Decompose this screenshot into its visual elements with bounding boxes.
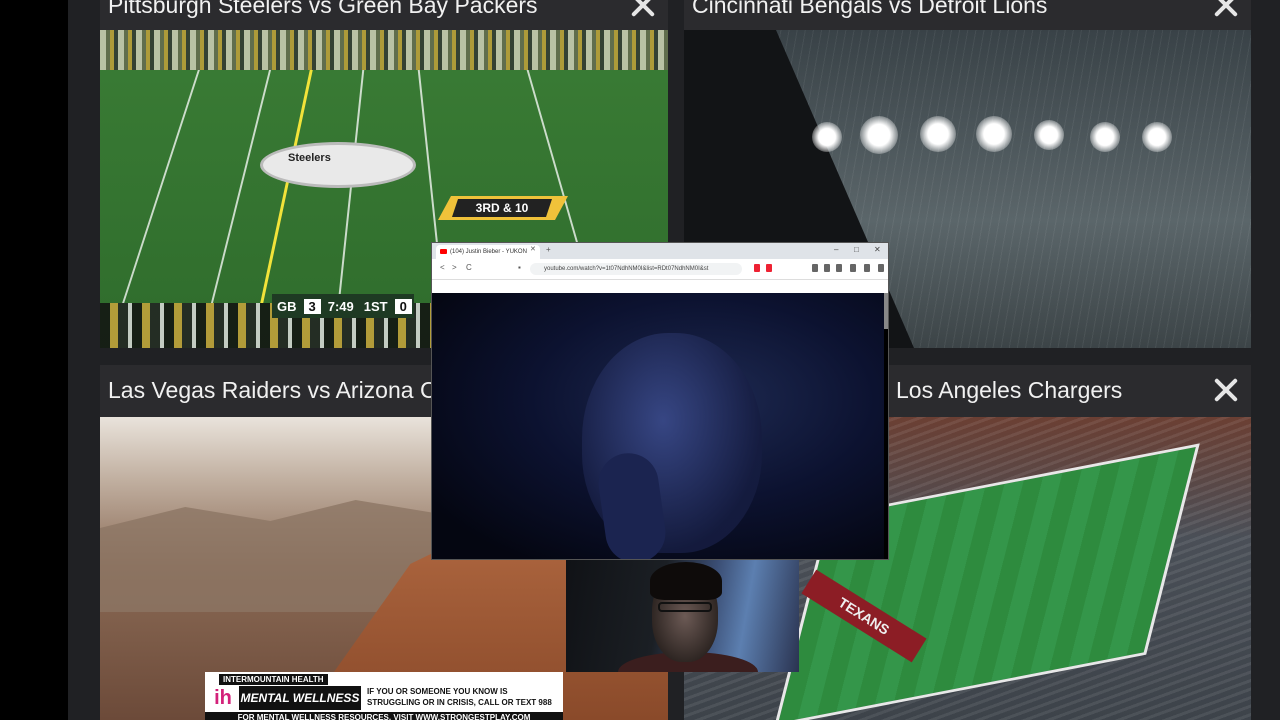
stadium-light [1034,120,1064,150]
profile-icon[interactable] [864,264,870,272]
tab-close-icon[interactable]: ✕ [530,245,536,253]
browser-titlebar: (104) Justin Bieber - YUKON ✕ + – □ ✕ [432,243,888,259]
tile-title: Cincinnati Bengals vs Detroit Lions [692,0,1048,18]
ih-logo-icon: ih [214,687,232,709]
midfield-logo-text: Steelers [288,152,331,164]
forward-button[interactable]: > [452,263,457,272]
browser-tab[interactable]: (104) Justin Bieber - YUKON [436,245,540,259]
glasses [658,602,712,612]
back-button[interactable]: < [440,263,445,272]
close-icon[interactable] [1211,375,1241,405]
stadium-light [1090,122,1120,152]
video-player[interactable] [432,293,884,559]
home-score: 0 [394,298,412,314]
down-distance: 3RD & 10 [452,199,552,217]
tab-title: (104) Justin Bieber - YUKON [450,249,527,255]
menu-icon[interactable] [878,264,884,272]
ad-footer: FOR MENTAL WELLNESS RESOURCES, VISIT WWW… [205,712,563,720]
game-clock: 7:49 [327,298,354,314]
youtube-icon [440,249,447,254]
extension-icon[interactable] [850,264,856,272]
reload-button[interactable]: C [466,263,472,272]
maximize-icon[interactable]: □ [854,245,859,254]
window-close-icon[interactable]: ✕ [874,245,881,254]
ad-banner: INTERMOUNTAIN HEALTH ih MENTAL WELLNESS … [205,672,563,720]
stadium-light [920,116,956,152]
close-icon[interactable] [628,0,658,20]
ad-title: MENTAL WELLNESS [239,686,361,710]
minimize-icon[interactable]: – [834,245,838,254]
extension-icon[interactable] [754,264,760,272]
page-header-area [432,280,888,293]
extension-icon[interactable] [836,264,842,272]
stadium-light [1142,122,1172,152]
extension-icon[interactable] [812,264,818,272]
stadium-light [976,116,1012,152]
stadium-light [812,122,842,152]
browser-window[interactable]: (104) Justin Bieber - YUKON ✕ + – □ ✕ < … [432,243,888,559]
away-score: 3 [303,298,321,314]
ad-message: IF YOU OR SOMEONE YOU KNOW IS STRUGGLING… [367,687,552,707]
team-abbrev: GB [277,298,297,314]
crowd [100,30,668,70]
scrollbar[interactable] [884,293,888,329]
close-icon[interactable] [1211,0,1241,20]
bookmark-icon[interactable]: ▪ [518,263,521,272]
webcam-overlay [566,560,799,672]
extension-icon[interactable] [766,264,772,272]
browser-toolbar: < > C ▪ youtube.com/watch?v=1t07NdhNM0I&… [432,259,888,280]
stadium-light [860,116,898,154]
webcam-person-hair [650,562,722,600]
quarter: 1ST [363,298,388,314]
score-bug: GB 3 7:49 1ST 0 [272,294,414,318]
extension-icon[interactable] [824,264,830,272]
midfield-logo [260,142,416,188]
address-bar[interactable]: youtube.com/watch?v=1t07NdhNM0I&list=RDt… [530,263,742,275]
tile-title: Pittsburgh Steelers vs Green Bay Packers [108,0,538,18]
new-tab-button[interactable]: + [546,245,551,254]
